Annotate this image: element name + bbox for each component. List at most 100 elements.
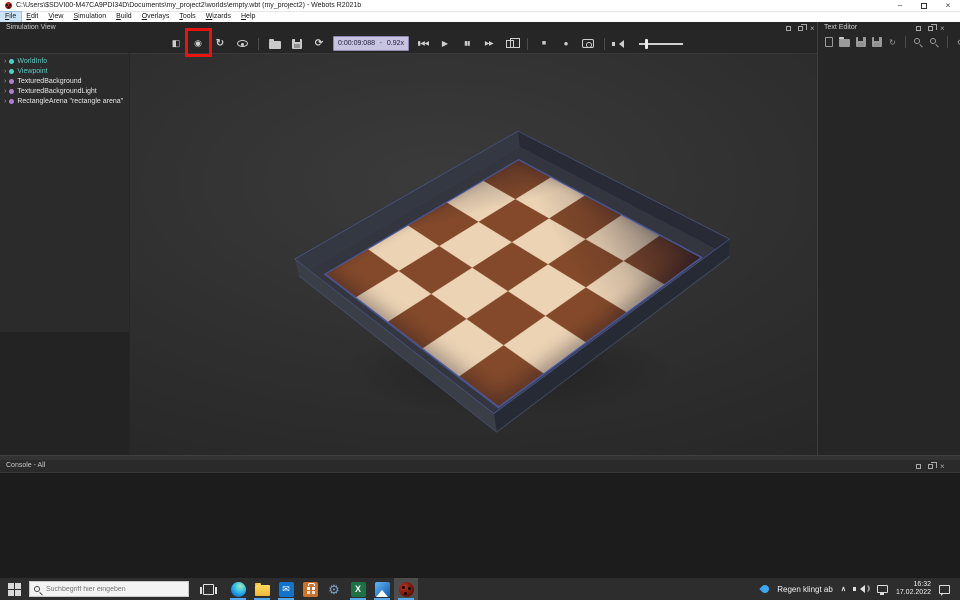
pause-button[interactable]: ▮▮: [459, 36, 475, 52]
console-header: Console - All ×: [0, 460, 960, 473]
new-file-icon: [825, 37, 833, 47]
play-button[interactable]: ▶: [437, 36, 453, 52]
chevron-right-icon[interactable]: ›: [4, 58, 6, 65]
photos-icon: [375, 582, 390, 597]
target-icon: ◉: [194, 38, 202, 49]
taskbar-clock[interactable]: 16:32 17.02.2022: [896, 581, 931, 597]
record-icon: ●: [564, 39, 569, 48]
search-icon: [34, 586, 40, 592]
speaker-icon: [615, 40, 624, 48]
close-panel-icon[interactable]: ×: [940, 464, 945, 469]
open-world-button[interactable]: [267, 36, 283, 52]
menu-file[interactable]: File: [0, 12, 21, 22]
find-button[interactable]: [913, 36, 924, 49]
menu-simulation[interactable]: Simulation: [68, 12, 111, 22]
play-icon: ▶: [442, 39, 448, 48]
float-panel-icon[interactable]: [916, 464, 921, 469]
close-panel-icon[interactable]: ×: [940, 26, 945, 31]
simulation-view-title: Simulation View: [0, 22, 56, 34]
toolbar-separator: [604, 38, 605, 50]
float-panel-icon[interactable]: [786, 26, 791, 31]
scene-tree: ›WorldInfo›Viewpoint›TexturedBackground›…: [0, 53, 129, 332]
fullscreen-button[interactable]: ■: [536, 36, 552, 52]
new-file-button[interactable]: [823, 36, 834, 49]
scene-tree-toggle-button[interactable]: ◧: [168, 36, 184, 52]
revert-file-button[interactable]: ↻: [887, 36, 898, 49]
volume-slider[interactable]: [635, 36, 683, 52]
close-panel-icon[interactable]: ×: [810, 26, 815, 31]
taskbar-search[interactable]: [29, 581, 189, 597]
photos-app[interactable]: [370, 578, 394, 600]
dock-header-strip: Simulation View × Text Editor ×: [0, 22, 960, 34]
weather-label[interactable]: Regen klingt ab: [777, 585, 833, 594]
reload-world-button[interactable]: ⟳: [311, 36, 327, 52]
menu-help[interactable]: Help: [236, 12, 260, 22]
toolbar-separator: [947, 36, 948, 48]
excel-app[interactable]: X: [346, 578, 370, 600]
fast-forward-button[interactable]: ▶▶: [481, 36, 497, 52]
menu-wizards[interactable]: Wizards: [201, 12, 236, 22]
show-optional-rendering-button[interactable]: [234, 36, 250, 52]
tree-item-worldinfo[interactable]: ›WorldInfo: [0, 56, 129, 66]
rendering-toggle-button[interactable]: [503, 36, 519, 52]
mail-icon: [279, 582, 294, 597]
console-body: [0, 473, 960, 578]
restore-panel-icon[interactable]: [798, 26, 803, 31]
tray-expand-icon[interactable]: ∧: [841, 585, 846, 593]
display-tray-icon[interactable]: [877, 585, 888, 593]
menu-overlays[interactable]: Overlays: [137, 12, 175, 22]
save-file-button[interactable]: [855, 36, 866, 49]
sound-mute-button[interactable]: [613, 36, 629, 52]
task-view-icon[interactable]: [203, 584, 214, 595]
weather-icon[interactable]: [760, 583, 771, 594]
restore-panel-icon[interactable]: [928, 464, 933, 469]
webots-app[interactable]: [394, 578, 418, 600]
simulation-view-controls: ×: [786, 22, 815, 34]
menu-view[interactable]: View: [43, 12, 68, 22]
tree-item-rectanglearena[interactable]: › RectangleArena "rectangle arena": [0, 96, 129, 106]
rewind-button[interactable]: ▮◀◀: [415, 36, 431, 52]
restore-panel-icon[interactable]: [928, 26, 933, 31]
mail-app[interactable]: [274, 578, 298, 600]
chevron-right-icon[interactable]: ›: [4, 78, 6, 85]
float-panel-icon[interactable]: [916, 26, 921, 31]
target-button[interactable]: ◉: [190, 36, 206, 52]
edge-app[interactable]: [226, 578, 250, 600]
volume-tray-icon[interactable]: [856, 585, 865, 593]
open-file-button[interactable]: [839, 36, 850, 49]
viewport-3d[interactable]: [130, 53, 817, 455]
action-center-icon[interactable]: [939, 585, 950, 594]
chevron-right-icon[interactable]: ›: [4, 98, 6, 105]
tree-item-texturedbackgroundlight[interactable]: ›TexturedBackgroundLight: [0, 86, 129, 96]
reset-viewpoint-icon: ↻: [216, 38, 224, 49]
replace-button[interactable]: [929, 36, 940, 49]
file-explorer-app[interactable]: [250, 578, 274, 600]
menu-tools[interactable]: Tools: [174, 12, 200, 22]
node-icon: [9, 99, 14, 104]
maximize-button[interactable]: [912, 0, 936, 11]
settings-app[interactable]: ⚙: [322, 578, 346, 600]
screenshot-button[interactable]: [580, 36, 596, 52]
simulation-time-display: 0:00:09:088-0.92x: [333, 36, 409, 51]
search-input[interactable]: [44, 585, 164, 594]
save-world-button[interactable]: [289, 36, 305, 52]
panel-splitter[interactable]: [817, 22, 818, 456]
tree-item-label: RectangleArena "rectangle arena": [17, 98, 123, 105]
minimize-button[interactable]: –: [888, 0, 912, 11]
close-button[interactable]: ×: [936, 0, 960, 11]
tree-item-viewpoint[interactable]: ›Viewpoint: [0, 66, 129, 76]
start-button[interactable]: [8, 583, 21, 596]
save-all-button[interactable]: [871, 36, 882, 49]
text-editor-toolbar: ↻⚙: [818, 34, 960, 50]
toolbar-separator: [527, 38, 528, 50]
pause-icon: ▮▮: [464, 40, 470, 47]
menu-build[interactable]: Build: [111, 12, 137, 22]
preferences-button[interactable]: ⚙: [955, 36, 960, 49]
chevron-right-icon[interactable]: ›: [4, 88, 6, 95]
menu-edit[interactable]: Edit: [21, 12, 43, 22]
reset-viewpoint-button[interactable]: ↻: [212, 36, 228, 52]
chevron-right-icon[interactable]: ›: [4, 68, 6, 75]
record-movie-button[interactable]: ●: [558, 36, 574, 52]
store-app[interactable]: [298, 578, 322, 600]
tree-item-texturedbackground[interactable]: ›TexturedBackground: [0, 76, 129, 86]
